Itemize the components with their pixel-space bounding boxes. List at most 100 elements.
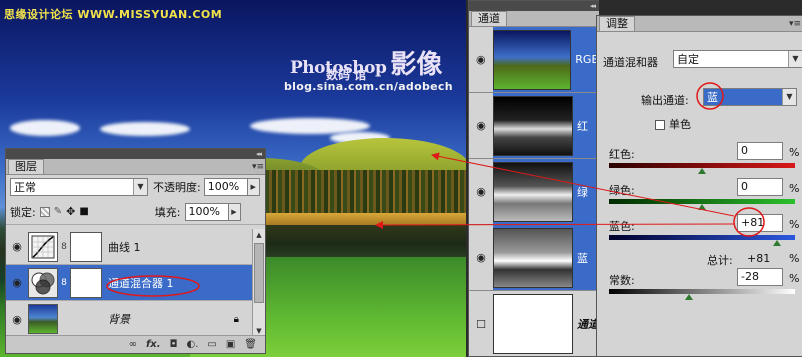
eye-icon[interactable]: ◉ [6, 240, 28, 253]
channel-thumb-extra [493, 294, 573, 354]
eye-off-icon[interactable]: ☐ [469, 318, 493, 331]
layers-scrollbar[interactable]: ▲ ▼ [252, 229, 265, 337]
eye-icon[interactable]: ◉ [469, 93, 493, 158]
panel-titlebar[interactable]: ◂◂ [6, 149, 265, 159]
blue-input[interactable]: +81 [737, 214, 783, 232]
green-slider-knob[interactable] [698, 204, 706, 210]
link-icon[interactable]: ∞ [129, 339, 137, 350]
checkbox-box[interactable] [655, 120, 665, 130]
adjustment-icon[interactable]: ◐. [186, 339, 198, 350]
tab-channels[interactable]: 通道 [471, 11, 507, 26]
constant-slider[interactable] [609, 289, 795, 300]
fill-input[interactable]: 100% [184, 202, 229, 221]
constant-input[interactable]: -28 [737, 268, 783, 286]
new-layer-icon[interactable]: ▣ [226, 339, 235, 350]
green-label: 绿色: [609, 184, 635, 197]
chevron-down-icon: ▼ [133, 179, 147, 195]
channel-row-extra[interactable]: ☐ 通道 [469, 291, 599, 357]
channel-thumb-blue [493, 227, 573, 288]
total-value: +81 [747, 252, 771, 265]
red-slider[interactable] [609, 163, 795, 174]
curves-adjustment-icon [28, 231, 58, 262]
lock-all-icon[interactable]: ■ [79, 206, 88, 217]
red-input[interactable]: 0 [737, 142, 783, 160]
output-channel-select[interactable]: 蓝 ▼ [703, 88, 797, 106]
scroll-up-icon[interactable]: ▲ [253, 229, 265, 241]
channel-row-blue[interactable]: ◉ 蓝 [469, 225, 599, 291]
photoshop-workspace: 思缘设计论坛 WWW.MISSYUAN.COM Photoshop 影像 数码 馆… [0, 0, 802, 357]
layer-name: 背景 [108, 313, 130, 326]
eye-icon[interactable]: ◉ [6, 313, 28, 326]
eye-icon[interactable]: ◉ [469, 225, 493, 290]
trash-icon[interactable]: 🗑︎ [244, 339, 257, 350]
channels-panel: ◂◂ 通道 ◉ RGB ◉ 红 ◉ 绿 ◉ 蓝 ☐ 通道 [468, 0, 599, 357]
layer-mask-thumb[interactable] [70, 231, 102, 262]
collapse-icon[interactable]: ◂◂ [256, 149, 262, 159]
channel-name: 红 [577, 119, 588, 133]
tab-adjustments[interactable]: 调整 [599, 16, 635, 31]
eye-icon[interactable]: ◉ [6, 276, 28, 289]
opacity-input[interactable]: 100% [203, 178, 248, 196]
blend-row: 正常 ▼ 不透明度: 100% ▶ [6, 175, 265, 199]
red-label: 红色: [609, 148, 635, 161]
layer-row-background[interactable]: ◉ 背景 🔒︎ [6, 301, 253, 337]
green-input[interactable]: 0 [737, 178, 783, 196]
adjustments-panel: 调整 ▾≡ 通道混和器 自定 ▼ 输出通道: 蓝 ▼ 单色 红色: 0 % 绿色… [596, 15, 802, 357]
preset-value: 自定 [677, 53, 699, 66]
layer-name: 曲线 1 [108, 240, 141, 254]
layers-panel: ◂◂ 图层 ▾≡ 正常 ▼ 不透明度: 100% ▶ 锁定: ✎ ✥ ■ 填充: [5, 148, 266, 354]
folder-icon[interactable]: ▭ [207, 339, 216, 350]
eye-icon[interactable]: ◉ [469, 159, 493, 224]
layer-mask-thumb[interactable] [70, 267, 102, 298]
red-slider-knob[interactable] [698, 168, 706, 174]
fill-control[interactable]: 100% ▶ [184, 202, 241, 221]
lock-row: 锁定: ✎ ✥ ■ 填充: 100% ▶ [6, 199, 265, 225]
opacity-stepper-icon[interactable]: ▶ [247, 178, 260, 196]
channel-row-red[interactable]: ◉ 红 [469, 93, 599, 159]
collapse-icon[interactable]: ◂◂ [590, 1, 596, 11]
opacity-label: 不透明度: [153, 181, 201, 194]
monochrome-label: 单色 [669, 118, 691, 131]
channel-row-green[interactable]: ◉ 绿 [469, 159, 599, 225]
panel-menu-icon[interactable]: ▾≡ [788, 17, 802, 31]
red-percent: % [789, 146, 800, 159]
adjust-tab-row: 调整 ▾≡ [597, 16, 802, 32]
channel-thumb-red [493, 95, 573, 156]
fill-label: 填充: [154, 205, 181, 219]
layer-row-curves[interactable]: ◉ 8 曲线 1 [6, 229, 253, 265]
panel-menu-icon[interactable]: ▾≡ [251, 160, 265, 174]
chain-link-icon[interactable]: 8 [60, 242, 68, 252]
monochrome-checkbox[interactable]: 单色 [655, 116, 691, 132]
eye-icon[interactable]: ◉ [469, 27, 493, 92]
tab-layers[interactable]: 图层 [8, 159, 44, 174]
panel-titlebar[interactable]: ◂◂ [469, 1, 599, 11]
fill-stepper-icon[interactable]: ▶ [228, 202, 241, 221]
constant-slider-knob[interactable] [684, 294, 693, 300]
channel-thumb-green [493, 161, 573, 222]
watermark-url: blog.sina.com.cn/adobech [284, 80, 453, 93]
chain-link-icon[interactable]: 8 [60, 278, 68, 288]
channel-row-rgb[interactable]: ◉ RGB [469, 27, 599, 93]
lock-transparent-icon[interactable] [39, 206, 50, 217]
preset-select[interactable]: 自定 ▼ [673, 50, 802, 68]
mixer-type-label: 通道混和器 [603, 56, 658, 69]
watermark-brand: Photoshop 影像 数码 馆 [290, 44, 442, 82]
opacity-control[interactable]: 100% ▶ [203, 178, 260, 196]
lock-move-icon[interactable]: ✥ [66, 205, 75, 218]
channel-name: 绿 [577, 185, 588, 199]
green-slider[interactable] [609, 199, 795, 210]
lock-brush-icon[interactable]: ✎ [54, 206, 62, 217]
lock-icon: 🔒︎ [233, 313, 239, 325]
layer-row-channel-mixer[interactable]: ◉ 8 通道混合器 1 [6, 265, 253, 301]
mask-icon[interactable]: ◘ [170, 339, 178, 350]
blend-mode-select[interactable]: 正常 ▼ [10, 178, 148, 196]
blue-slider[interactable] [609, 235, 795, 246]
blue-slider-knob[interactable] [773, 240, 782, 246]
cloud-shape [100, 122, 190, 136]
scroll-thumb[interactable] [254, 243, 264, 303]
channel-name: 蓝 [577, 251, 588, 265]
layers-footer: ∞ fx. ◘ ◐. ▭ ▣ 🗑︎ [6, 335, 265, 353]
green-percent: % [789, 182, 800, 195]
total-percent: % [789, 252, 800, 265]
fx-icon[interactable]: fx. [146, 339, 161, 350]
